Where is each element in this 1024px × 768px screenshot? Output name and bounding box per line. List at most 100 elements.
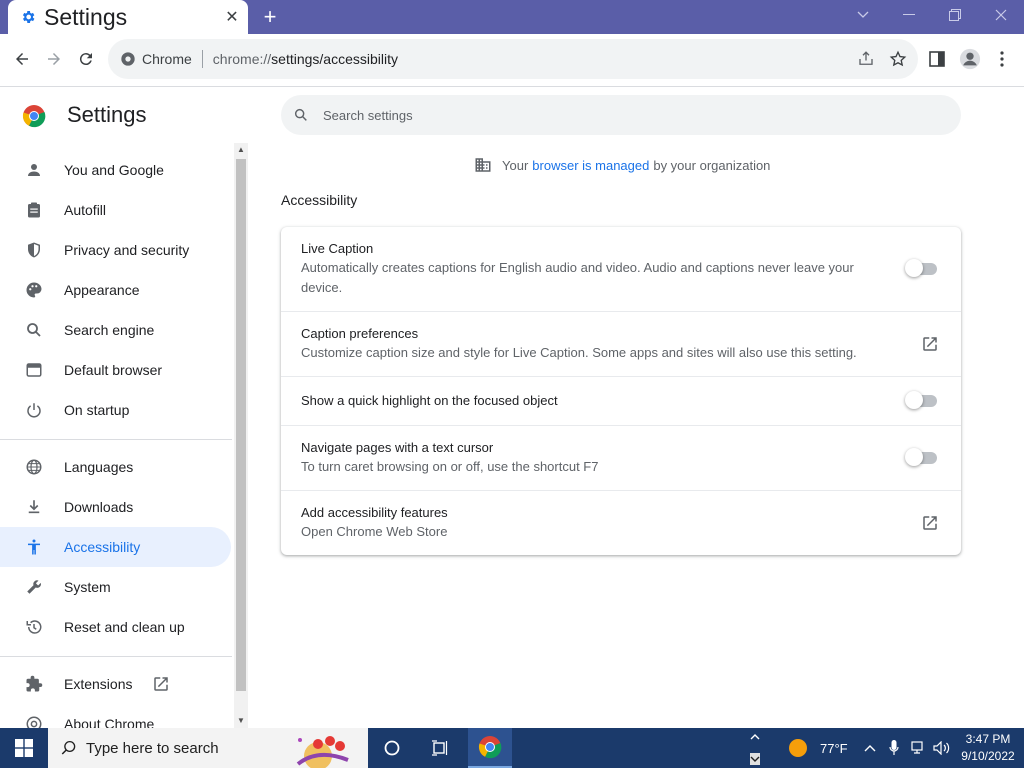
sidebar-item-about-chrome[interactable]: About Chrome [0, 704, 231, 728]
share-button[interactable] [854, 47, 878, 71]
forward-button[interactable] [42, 47, 66, 71]
tab-settings[interactable]: Settings ✕ [8, 0, 248, 34]
omnibox-separator [201, 50, 203, 68]
managed-link[interactable]: browser is managed [532, 158, 649, 173]
arrow-left-icon [16, 53, 28, 65]
open-in-new-icon[interactable] [921, 514, 939, 532]
menu-button[interactable] [990, 47, 1014, 71]
settings-search[interactable] [281, 95, 961, 135]
tab-search-icon[interactable] [840, 0, 886, 30]
taskbar-overflow-arrows-icon[interactable] [748, 728, 762, 768]
weather-widget[interactable]: 77°F [788, 728, 848, 768]
windows-logo-icon [15, 739, 33, 757]
taskbar-search[interactable]: Type here to search [48, 728, 368, 768]
sidebar-item-autofill[interactable]: Autofill [0, 190, 231, 230]
sidebar-item-system[interactable]: System [0, 567, 231, 607]
show-hidden-icons-button[interactable] [860, 728, 880, 768]
sidebar-item-downloads[interactable]: Downloads [0, 487, 231, 527]
live-caption-toggle[interactable] [905, 259, 939, 277]
wrench-icon [24, 577, 44, 597]
row-live-caption[interactable]: Live Caption Automatically creates capti… [281, 227, 961, 312]
scroll-down-arrow-icon[interactable]: ▼ [234, 714, 248, 728]
search-icon [24, 320, 44, 340]
start-button[interactable] [0, 728, 48, 768]
sidebar-item-languages[interactable]: Languages [0, 447, 231, 487]
section-title: Accessibility [281, 192, 358, 208]
row-caption-preferences[interactable]: Caption preferences Customize caption si… [281, 312, 961, 377]
chrome-icon [24, 714, 44, 728]
row-description: To turn caret browsing on or off, use th… [301, 459, 599, 474]
row-caret-browsing[interactable]: Navigate pages with a text cursor To tur… [281, 426, 961, 491]
row-label: Add accessibility features [301, 505, 448, 520]
person-icon [24, 160, 44, 180]
share-icon [859, 51, 873, 65]
taskbar-clock[interactable]: 3:47 PM 9/10/2022 [960, 731, 1016, 765]
clock-time: 3:47 PM [965, 732, 1011, 746]
side-panel-icon [929, 51, 945, 67]
avatar-icon [959, 48, 981, 70]
back-button[interactable] [10, 47, 34, 71]
globe-icon [24, 457, 44, 477]
restore-button[interactable] [932, 0, 978, 30]
sidebar-item-extensions[interactable]: Extensions [0, 664, 231, 704]
new-tab-button[interactable]: + [258, 5, 282, 29]
building-icon [475, 158, 491, 172]
sidebar-item-reset[interactable]: Reset and clean up [0, 607, 231, 647]
clock-date: 9/10/2022 [961, 749, 1015, 763]
search-input[interactable] [323, 107, 923, 123]
task-view-button[interactable] [418, 728, 462, 768]
chrome-icon [121, 52, 135, 66]
reload-button[interactable] [74, 47, 98, 71]
sidebar-item-accessibility[interactable]: Accessibility [0, 527, 231, 567]
accessibility-icon [24, 537, 44, 557]
sidebar-scrollbar[interactable]: ▲ ▼ [234, 143, 248, 728]
volume-button[interactable] [930, 728, 954, 768]
sidebar-item-default-browser[interactable]: Default browser [0, 350, 231, 390]
search-highlight-illustration-icon [296, 736, 349, 768]
download-icon [24, 497, 44, 517]
browser-icon [24, 360, 44, 380]
arrow-right-icon [48, 53, 60, 65]
sidebar-item-label: Default browser [64, 362, 163, 378]
row-label: Navigate pages with a text cursor [301, 440, 494, 455]
open-in-new-icon[interactable] [921, 335, 939, 353]
taskbar-chrome-button[interactable] [468, 728, 512, 768]
row-focus-highlight[interactable]: Show a quick highlight on the focused ob… [281, 377, 961, 426]
microphone-button[interactable] [884, 728, 904, 768]
focus-highlight-toggle[interactable] [905, 391, 939, 409]
sidebar-item-label: Accessibility [64, 539, 141, 555]
search-icon [294, 108, 307, 121]
caret-browsing-toggle[interactable] [905, 448, 939, 466]
address-bar[interactable]: Chrome chrome:// settings/accessibility [108, 39, 918, 79]
side-panel-button[interactable] [925, 47, 949, 71]
row-add-accessibility-features[interactable]: Add accessibility features Open Chrome W… [281, 491, 961, 555]
tab-close-icon[interactable]: ✕ [220, 5, 244, 29]
minimize-button[interactable] [886, 0, 932, 30]
profile-button[interactable] [958, 47, 982, 71]
scrollbar-thumb[interactable] [236, 159, 246, 691]
reload-icon [79, 53, 92, 66]
row-description: Customize caption size and style for Liv… [301, 345, 857, 360]
omnibox-scheme: chrome:// [212, 51, 272, 67]
sidebar-item-label: System [64, 579, 111, 595]
cortana-button[interactable] [370, 728, 414, 768]
bookmark-button[interactable] [886, 47, 910, 71]
sun-icon [789, 739, 807, 757]
sidebar-item-on-startup[interactable]: On startup [0, 390, 231, 430]
sidebar-item-you-and-google[interactable]: You and Google [0, 150, 231, 190]
star-icon [889, 50, 907, 67]
more-vert-icon [1000, 51, 1004, 67]
sidebar-divider [0, 656, 232, 657]
managed-suffix: by your organization [653, 157, 771, 173]
browser-toolbar: Chrome chrome:// settings/accessibility [0, 34, 1024, 87]
chrome-logo-icon [22, 105, 46, 128]
row-label: Show a quick highlight on the focused ob… [301, 393, 558, 408]
network-button[interactable] [907, 728, 931, 768]
sidebar-item-privacy[interactable]: Privacy and security [0, 230, 231, 270]
sidebar-item-appearance[interactable]: Appearance [0, 270, 231, 310]
sidebar-item-label: About Chrome [64, 716, 155, 728]
scroll-up-arrow-icon[interactable]: ▲ [234, 143, 248, 157]
sidebar-item-search-engine[interactable]: Search engine [0, 310, 231, 350]
close-window-button[interactable] [978, 0, 1024, 30]
row-label: Caption preferences [301, 326, 419, 341]
